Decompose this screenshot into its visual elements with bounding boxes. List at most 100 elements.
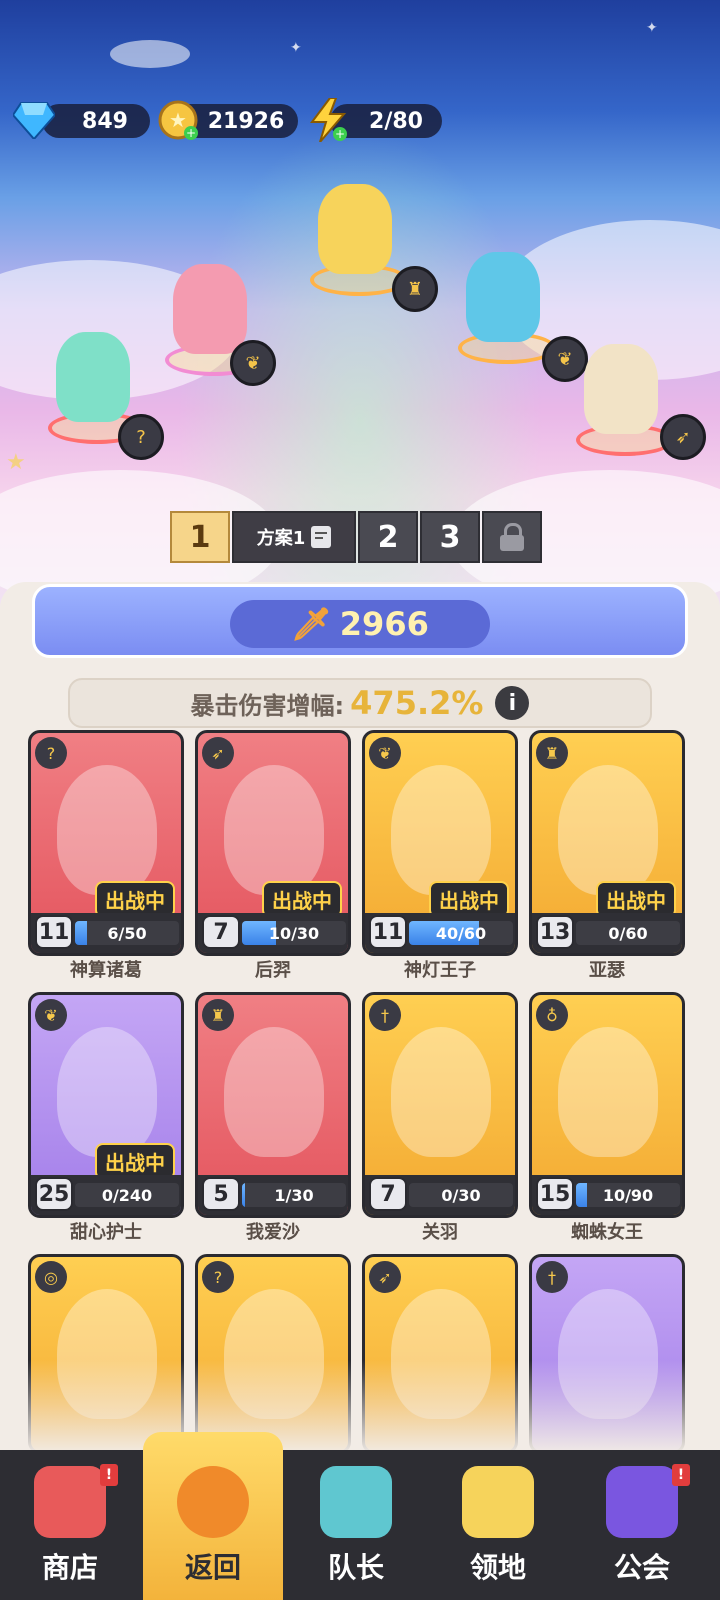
bow-icon: ➶ [369,1261,401,1293]
hero-portrait [558,765,658,895]
hero-card[interactable]: ♜ 5 1/30 [195,992,351,1218]
sword-icon: 🗡 [291,605,332,643]
plan-tab-2[interactable]: 2 [358,511,418,563]
shard-progress: 1/30 [242,1183,346,1207]
progress-text: 6/50 [107,923,147,943]
progress-text: 0/240 [101,1185,153,1205]
nav-label: 商店 [41,1551,98,1584]
progress-text: 0/30 [441,1185,481,1205]
potion-icon: ♁ [536,999,568,1031]
hero-level: 11 [369,915,407,949]
plan-number: 3 [439,519,461,555]
nav-captain[interactable]: 队长 [286,1450,426,1600]
hero-portrait [224,1027,324,1157]
captain-icon [320,1466,392,1538]
shard-progress: 0/60 [576,921,680,945]
edit-icon [311,526,332,548]
field-hero-arthur[interactable] [300,180,410,296]
field-hero-lamp-prince[interactable] [448,248,558,364]
team-power: 🗡 2966 [230,600,490,648]
nav-territory[interactable]: 领地 [428,1450,568,1600]
coin-icon[interactable]: ★ + [156,98,200,142]
horned-helmet-icon: ♜ [392,266,438,312]
bow-icon: ➶ [202,737,234,769]
hero-name: 关羽 [422,1222,458,1243]
star-icon: ✦ [646,20,658,36]
plan-tab-1[interactable]: 1 [170,511,230,563]
gems-counter: 849 [42,104,150,138]
nav-label: 领地 [469,1551,526,1584]
nav-label: 队长 [327,1551,384,1584]
plan-name: 方案1 [256,528,306,549]
shard-progress: 10/30 [242,921,346,945]
hero-card[interactable]: ❦ 出战中 11 40/60 [362,730,518,956]
dagger-icon: † [536,1261,568,1293]
wings-icon: ❦ [369,737,401,769]
hero-portrait [391,1027,491,1157]
return-icon [177,1466,249,1538]
hero-card[interactable]: ? 出战中 11 6/50 [28,730,184,956]
progress-text: 1/30 [274,1185,314,1205]
horned-helmet-icon: ♜ [536,737,568,769]
hero-name: 甜心护士 [70,1222,142,1243]
hero-name: 后羿 [255,960,291,981]
hero-portrait [558,1027,658,1157]
hero-name: 亚瑟 [589,960,625,981]
magic-staff-icon: ? [118,414,164,460]
plan-number: 2 [377,519,399,555]
crit-damage-bonus: 暴击伤害增幅: 475.2% i [68,678,652,728]
wings-icon: ❦ [35,999,67,1031]
svg-text:+: + [335,127,345,141]
energy-value: 2/80 [369,108,423,134]
hero-portrait [224,765,324,895]
nav-shop[interactable]: 商店 [0,1450,140,1600]
hero-card[interactable]: † 7 0/30 [362,992,518,1218]
info-icon[interactable]: i [495,686,530,720]
hero-level: 11 [35,915,73,949]
hero-portrait [57,765,157,895]
shard-progress: 0/240 [75,1183,179,1207]
magic-staff-icon: ? [35,737,67,769]
hero-portrait [391,765,491,895]
hero-level: 13 [536,915,574,949]
magic-staff-icon: ? [202,1261,234,1293]
plan-tab-3[interactable]: 3 [420,511,480,563]
shard-progress: 10/90 [576,1183,680,1207]
nav-return[interactable]: 返回 [143,1432,283,1600]
bow-icon: ➶ [660,414,706,460]
hero-card[interactable]: ♁ 15 10/90 [529,992,685,1218]
progress-text: 10/30 [268,923,320,943]
swirl-icon: ◎ [35,1261,67,1293]
svg-text:+: + [186,126,196,140]
hero-level: 5 [202,1177,240,1211]
shard-progress: 40/60 [409,921,513,945]
dagger-icon: † [369,999,401,1031]
alert-badge: ! [100,1464,118,1486]
nav-guild[interactable]: 公会 [572,1450,712,1600]
hero-level: 15 [536,1177,574,1211]
progress-text: 10/90 [602,1185,654,1205]
diamond-icon[interactable] [12,98,56,142]
coins-value: 21926 [207,108,285,134]
horned-helmet-icon: ♜ [202,999,234,1031]
list-fade [0,1360,720,1450]
gems-value: 849 [82,108,128,134]
plan-tab-locked[interactable] [482,511,542,563]
hero-name: 蜘蛛女王 [571,1222,643,1243]
lightning-icon[interactable]: + [306,98,350,142]
plan-number: 1 [189,519,211,555]
star-icon: ✦ [290,40,302,56]
lock-icon [500,523,524,551]
nav-label: 公会 [613,1551,670,1584]
svg-text:★: ★ [169,108,187,132]
plan-name-rename[interactable]: 方案1 [232,511,356,563]
hero-name: 神算诸葛 [70,960,142,981]
crit-label: 暴击伤害增幅: [190,691,345,720]
hero-card[interactable]: ❦ 出战中 25 0/240 [28,992,184,1218]
territory-icon [462,1466,534,1538]
hero-card[interactable]: ➶ 出战中 7 10/30 [195,730,351,956]
shard-progress: 6/50 [75,921,179,945]
hero-card[interactable]: ♜ 出战中 13 0/60 [529,730,685,956]
shop-icon [34,1466,106,1538]
crit-value: 475.2% [350,684,484,722]
